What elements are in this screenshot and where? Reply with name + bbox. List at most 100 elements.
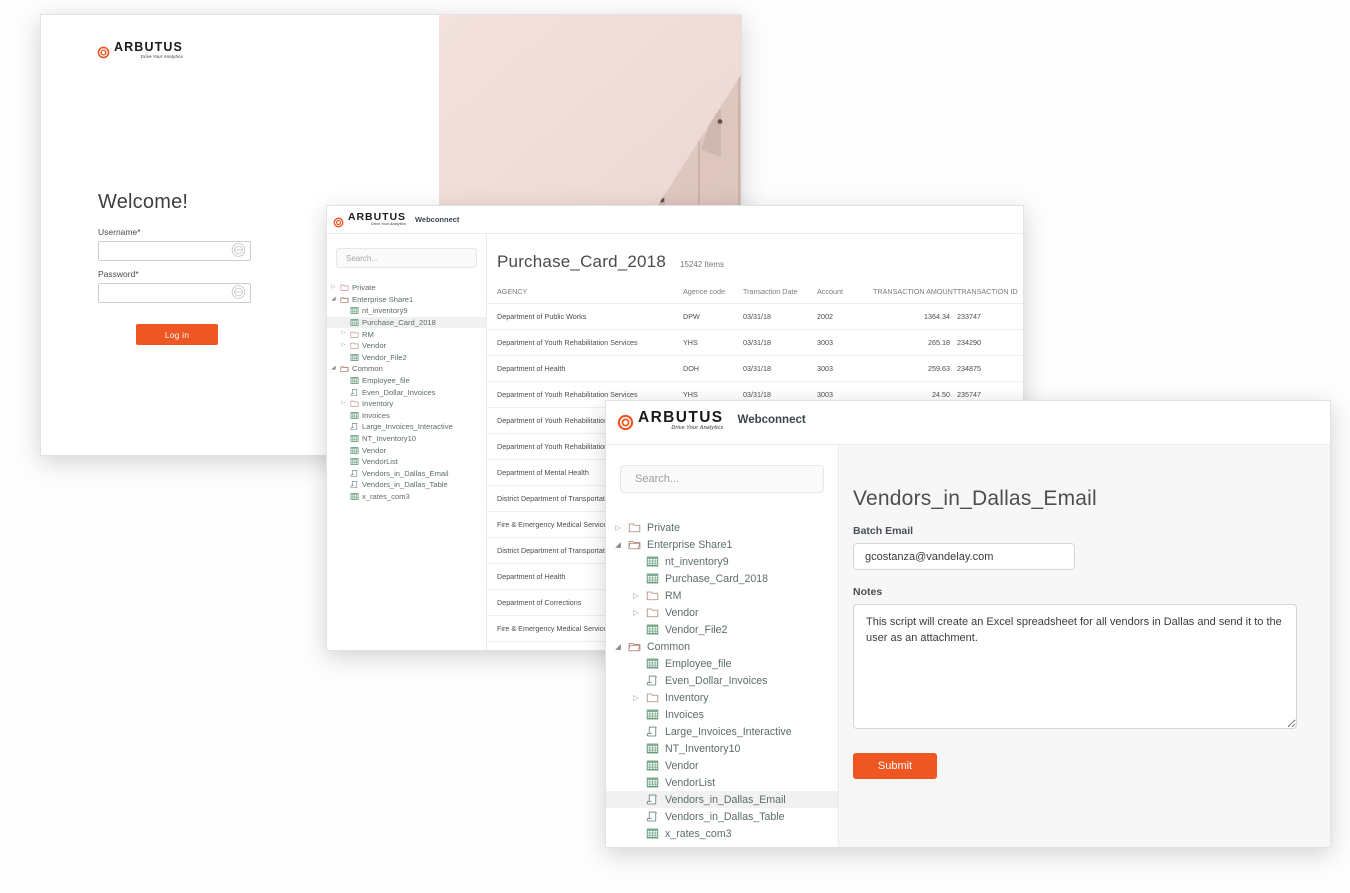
tree-item-inventory[interactable]: ▷ Inventory bbox=[327, 398, 486, 410]
tree-item-vendor[interactable]: Vendor bbox=[606, 757, 838, 774]
table-icon bbox=[643, 572, 661, 585]
arbutus-circle-logo-icon bbox=[617, 414, 634, 431]
username-input[interactable] bbox=[98, 241, 251, 261]
submit-button[interactable]: Submit bbox=[853, 753, 937, 779]
table-cell: DOH bbox=[683, 355, 743, 382]
chevron-expanded-icon[interactable]: ◢ bbox=[611, 541, 625, 549]
file-explorer-sidebar: Search... ▷ Private ◢ Enterprise Share1 nt_i… bbox=[606, 445, 839, 847]
tree-item-x-rates-com3[interactable]: x_rates_com3 bbox=[606, 825, 838, 842]
tree-item-vendor[interactable]: ▷ Vendor bbox=[606, 604, 838, 621]
log-in-button[interactable]: Log in bbox=[136, 324, 218, 345]
tree-item-nt-inventory9[interactable]: nt_inventory9 bbox=[327, 305, 486, 317]
tree-item-label: Private bbox=[647, 521, 680, 534]
tree-item-vendor[interactable]: ▷ Vendor bbox=[327, 340, 486, 352]
folder-icon bbox=[625, 521, 643, 534]
tree-item-employee-file[interactable]: Employee_file bbox=[327, 375, 486, 387]
tree-item-vendorlist[interactable]: VendorList bbox=[606, 774, 838, 791]
folder-open-icon bbox=[338, 295, 350, 304]
tree-item-enterprise-share1[interactable]: ◢ Enterprise Share1 bbox=[606, 536, 838, 553]
tree-item-private[interactable]: ▷ Private bbox=[327, 282, 486, 294]
chevron-expanded-icon[interactable]: ◢ bbox=[611, 643, 625, 651]
tree-item-nt-inventory10[interactable]: NT_Inventory10 bbox=[327, 433, 486, 445]
tree-item-vendor-file2[interactable]: Vendor_File2 bbox=[606, 621, 838, 638]
tree-item-enterprise-share1[interactable]: ◢ Enterprise Share1 bbox=[327, 294, 486, 306]
script-icon bbox=[643, 810, 661, 823]
product-name: Webconnect bbox=[737, 414, 806, 427]
search-input[interactable]: Search... bbox=[620, 465, 824, 493]
chevron-collapsed-icon[interactable]: ▷ bbox=[629, 592, 643, 600]
script-form-panel: Vendors_in_Dallas_Email Batch Email Note… bbox=[839, 445, 1330, 847]
column-header[interactable]: Transaction Date bbox=[743, 280, 817, 304]
column-header[interactable]: Account bbox=[817, 280, 873, 304]
chevron-collapsed-icon[interactable]: ▷ bbox=[629, 609, 643, 617]
tree-item-invoices[interactable]: Invoices bbox=[606, 706, 838, 723]
tree-item-label: Even_Dollar_Invoices bbox=[665, 674, 768, 687]
tree-item-x-rates-com3[interactable]: x_rates_com3 bbox=[327, 491, 486, 503]
brand-lockup: ARBUTUS Drive Your Analytics Webconnect bbox=[617, 410, 806, 431]
tree-item-vendors-in-dallas-email[interactable]: Vendors_in_Dallas_Email bbox=[606, 791, 838, 808]
batch-email-input[interactable] bbox=[853, 543, 1075, 570]
tree-item-purchase-card-2018[interactable]: Purchase_Card_2018 bbox=[606, 570, 838, 587]
tree-item-vendors-in-dallas-email[interactable]: Vendors_in_Dallas_Email bbox=[327, 468, 486, 480]
tree-item-nt-inventory10[interactable]: NT_Inventory10 bbox=[606, 740, 838, 757]
chevron-collapsed-icon[interactable]: ▷ bbox=[611, 524, 625, 532]
tree-item-vendors-in-dallas-table[interactable]: Vendors_in_Dallas_Table bbox=[327, 479, 486, 491]
tree-item-invoices[interactable]: Invoices bbox=[327, 410, 486, 422]
password-label: Password* bbox=[98, 269, 139, 279]
tree-item-nt-inventory9[interactable]: nt_inventory9 bbox=[606, 553, 838, 570]
tree-item-vendor-file2[interactable]: Vendor_File2 bbox=[327, 352, 486, 364]
search-placeholder-text: Search... bbox=[635, 473, 680, 485]
tree-item-vendors-in-dallas-table[interactable]: Vendors_in_Dallas_Table bbox=[606, 808, 838, 825]
table-row[interactable]: Department of Public Works DPW 03/31/18 200… bbox=[487, 303, 1023, 330]
tree-item-even-dollar-invoices[interactable]: Even_Dollar_Invoices bbox=[606, 672, 838, 689]
script-icon bbox=[348, 388, 360, 397]
table-icon bbox=[643, 827, 661, 840]
tree-item-common[interactable]: ◢ Common bbox=[327, 363, 486, 375]
chevron-collapsed-icon[interactable]: ▷ bbox=[629, 694, 643, 702]
tree-item-label: Inventory bbox=[362, 399, 394, 409]
column-header[interactable]: TRANSACTION AMOUNT bbox=[873, 280, 957, 304]
column-header[interactable]: TRANSACTION ID bbox=[957, 280, 1023, 304]
chevron-expanded-icon[interactable]: ◢ bbox=[329, 366, 338, 372]
table-row[interactable]: Department of Youth Rehabilitation Servi… bbox=[487, 329, 1023, 356]
column-header[interactable]: AGENCY bbox=[487, 280, 683, 304]
tree-item-even-dollar-invoices[interactable]: Even_Dollar_Invoices bbox=[327, 386, 486, 398]
search-input[interactable]: Search... bbox=[336, 248, 477, 268]
brand-tagline: Drive Your Analytics bbox=[140, 53, 183, 59]
tree-item-private[interactable]: ▷ Private bbox=[606, 519, 838, 536]
tree-item-rm[interactable]: ▷ RM bbox=[606, 587, 838, 604]
sheet-title: Purchase_Card_2018 bbox=[497, 252, 666, 271]
tree-item-rm[interactable]: ▷ RM bbox=[327, 328, 486, 340]
table-icon bbox=[643, 555, 661, 568]
chevron-expanded-icon[interactable]: ◢ bbox=[329, 296, 338, 303]
chevron-collapsed-icon[interactable]: ▷ bbox=[339, 400, 348, 407]
search-placeholder-text: Search... bbox=[346, 253, 379, 263]
tree-item-purchase-card-2018[interactable]: Purchase_Card_2018 bbox=[327, 316, 486, 329]
tree-item-inventory[interactable]: ▷ Inventory bbox=[606, 689, 838, 706]
table-row[interactable]: Department of Health DOH 03/31/18 3003 259.6… bbox=[487, 355, 1023, 382]
tree-item-vendor[interactable]: Vendor bbox=[327, 444, 486, 456]
page-title: Welcome! bbox=[98, 191, 189, 213]
table-cell: Department of Health bbox=[487, 355, 683, 382]
script-icon bbox=[643, 725, 661, 738]
chevron-collapsed-icon[interactable]: ▷ bbox=[339, 342, 348, 349]
brand-name: ARBUTUS bbox=[114, 40, 183, 54]
chevron-collapsed-icon[interactable]: ▷ bbox=[329, 285, 338, 291]
notes-textarea[interactable] bbox=[853, 604, 1297, 729]
tree-item-vendorlist[interactable]: VendorList bbox=[327, 456, 486, 468]
sheet-header: Purchase_Card_2018 15242 Items bbox=[487, 234, 1023, 280]
tree-item-common[interactable]: ◢ Common bbox=[606, 638, 838, 655]
table-cell: Department of Public Works bbox=[487, 303, 683, 330]
tree-item-employee-file[interactable]: Employee_file bbox=[606, 655, 838, 672]
table-cell: 259.63 bbox=[873, 355, 957, 382]
tree-item-large-invoices-interactive[interactable]: Large_Invoices_Interactive bbox=[606, 723, 838, 740]
brand-wordmark: ARBUTUS Drive Your Analytics bbox=[638, 410, 724, 431]
table-icon bbox=[348, 457, 360, 466]
tree-item-large-invoices-interactive[interactable]: Large_Invoices_Interactive bbox=[327, 421, 486, 433]
password-input[interactable] bbox=[98, 283, 251, 303]
tree-item-label: Enterprise Share1 bbox=[352, 294, 414, 304]
table-icon bbox=[348, 434, 360, 443]
table-icon bbox=[348, 318, 360, 327]
column-header[interactable]: Agence code bbox=[683, 280, 743, 304]
chevron-collapsed-icon[interactable]: ▷ bbox=[339, 331, 348, 337]
